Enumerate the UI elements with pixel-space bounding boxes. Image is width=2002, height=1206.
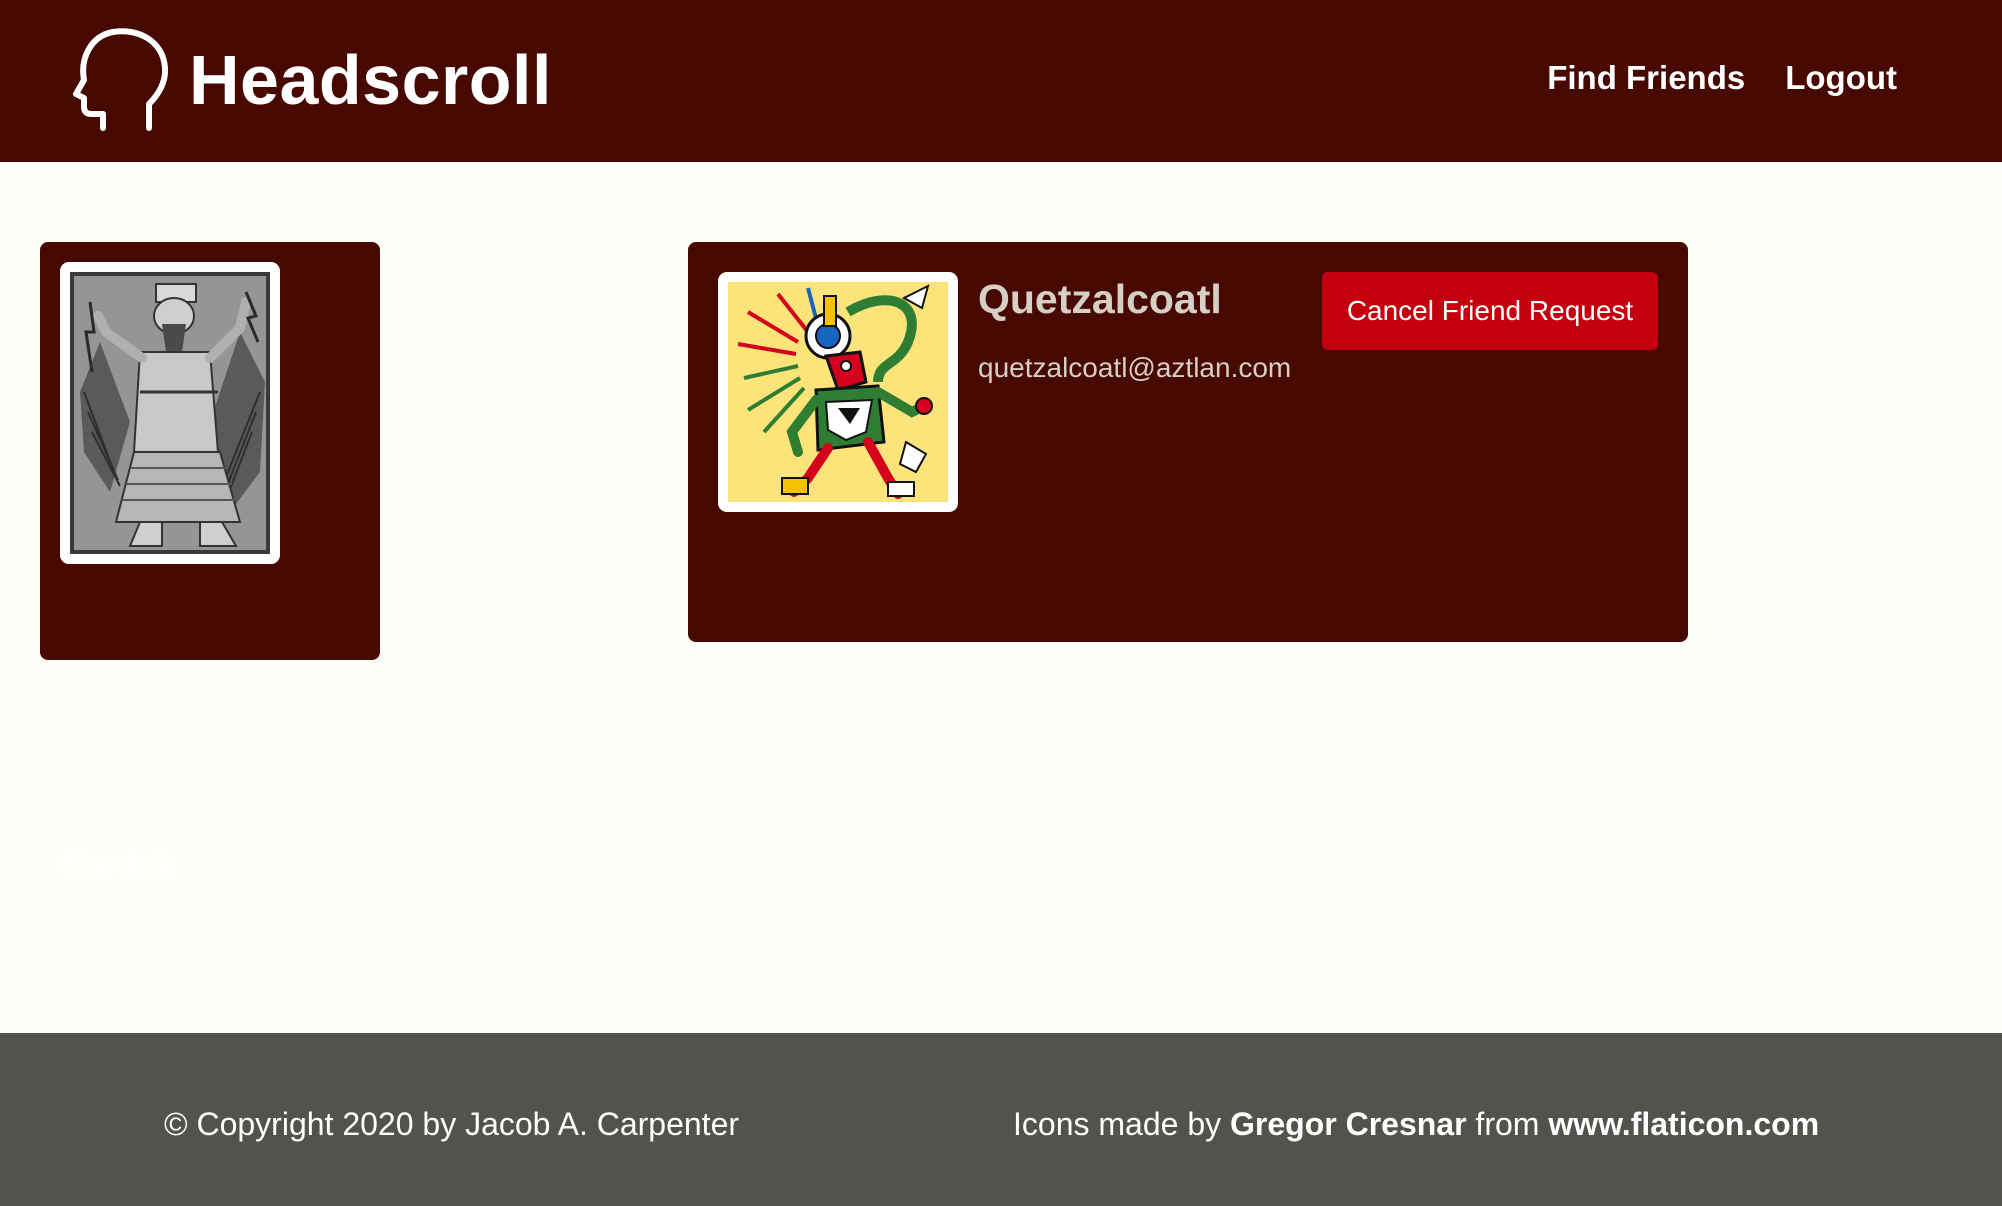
friend-avatar[interactable] [718, 272, 958, 512]
head-icon [73, 28, 169, 131]
credits-prefix: Icons made by [1013, 1106, 1222, 1142]
logout-link[interactable]: Logout [1785, 58, 1897, 98]
current-user-card: Marduk [40, 242, 380, 882]
credits-middle: from [1475, 1106, 1540, 1142]
cancel-friend-request-button[interactable]: Cancel Friend Request [1322, 272, 1658, 350]
credits-author-link[interactable]: Gregor Cresnar [1230, 1106, 1467, 1142]
icon-credits: Icons made by Gregor Cresnar from www.fl… [1013, 1106, 1819, 1143]
marduk-portrait-icon [70, 272, 270, 554]
copyright-text: © Copyright 2020 by Jacob A. Carpenter [164, 1106, 740, 1142]
current-user-name[interactable]: Marduk [60, 846, 174, 883]
brand-name: Headscroll [189, 41, 552, 119]
current-user-avatar[interactable] [60, 262, 280, 564]
friend-email: quetzalcoatl@aztlan.com [978, 352, 1292, 383]
quetzalcoatl-portrait-icon [728, 282, 948, 502]
main-nav: Find Friends Logout [1547, 58, 1897, 98]
credits-site-link[interactable]: www.flaticon.com [1548, 1106, 1819, 1142]
friend-request-card: Quetzalcoatl quetzalcoatl@aztlan.com Can… [688, 242, 1688, 642]
friend-name[interactable]: Quetzalcoatl [978, 276, 1222, 323]
page-footer: © Copyright 2020 by Jacob A. Carpenter I… [0, 1033, 2002, 1206]
top-navbar: Headscroll Find Friends Logout [0, 0, 2002, 162]
brand-logo-link[interactable]: Headscroll [73, 28, 552, 132]
find-friends-link[interactable]: Find Friends [1547, 58, 1745, 98]
